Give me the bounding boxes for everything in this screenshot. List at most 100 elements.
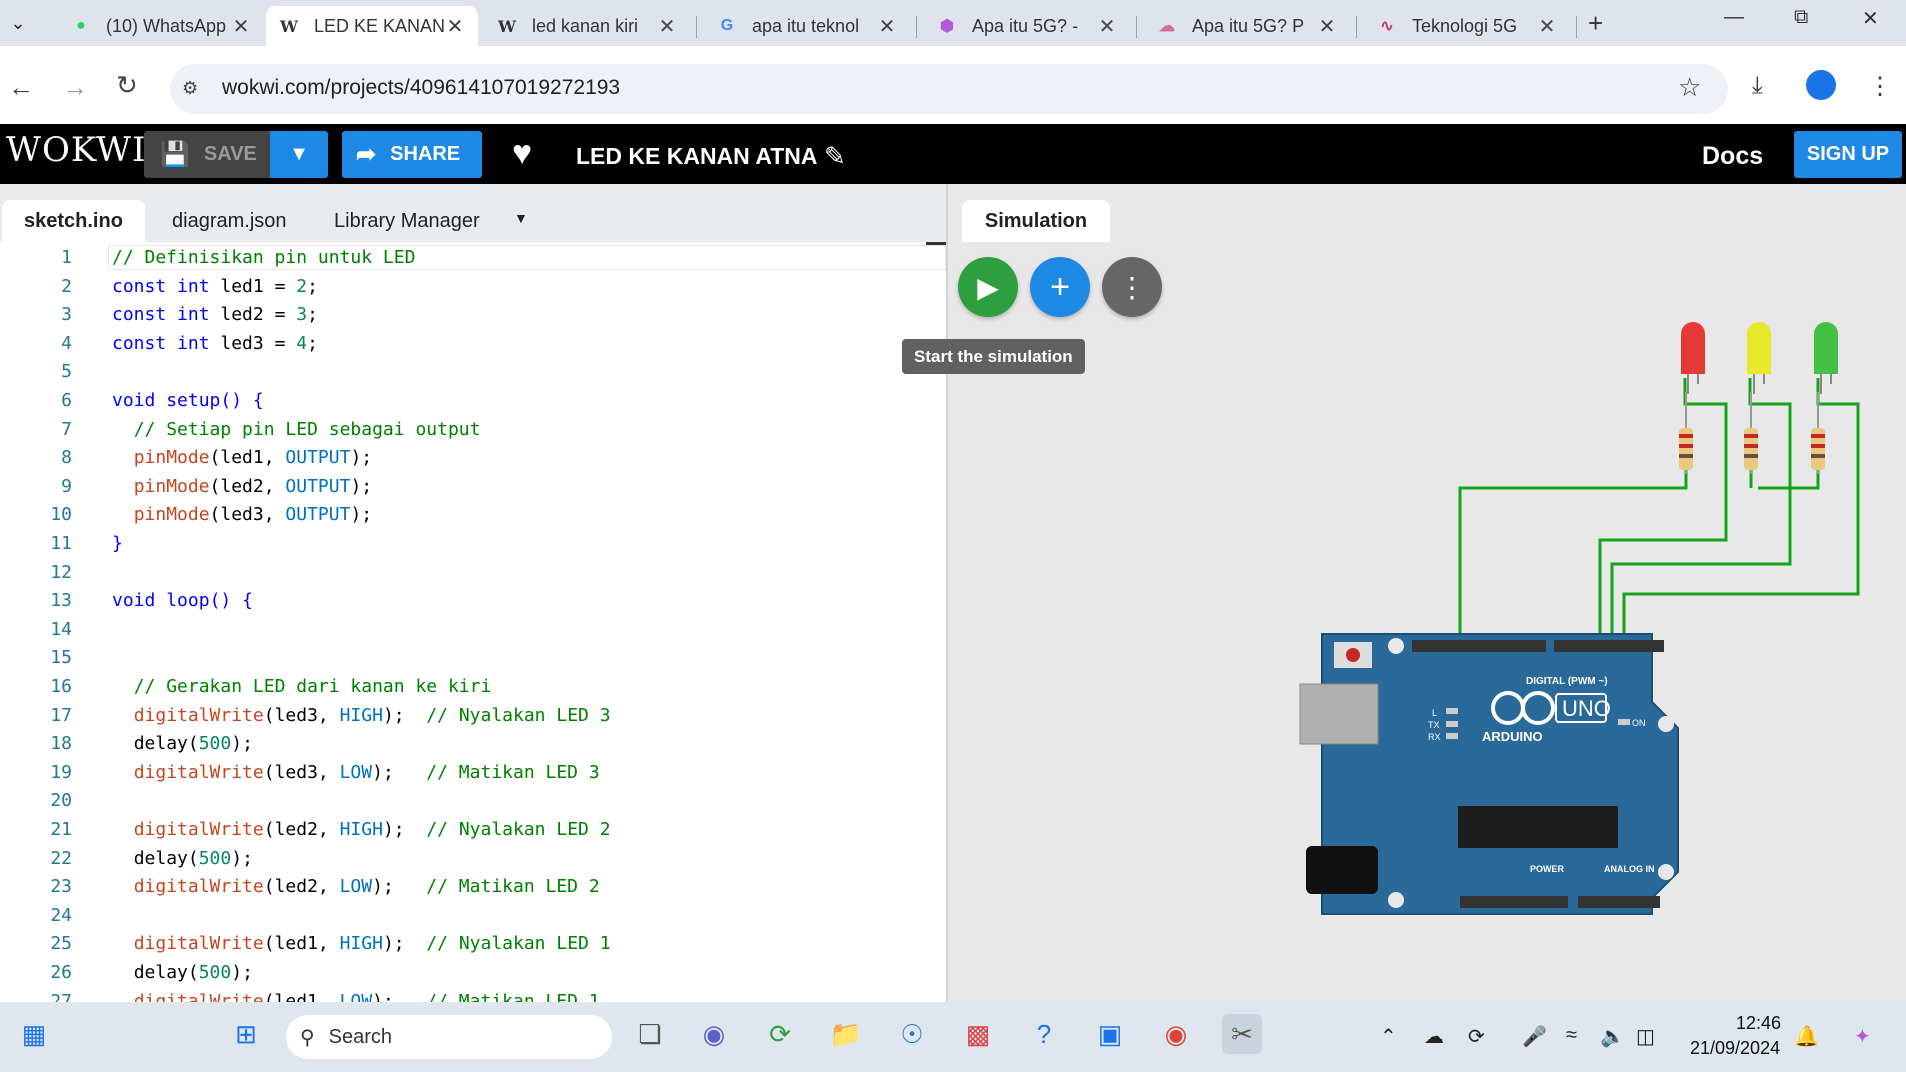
taskbar-search-box[interactable]: ⚲ Search bbox=[286, 1015, 612, 1059]
tab-library-manager[interactable]: Library Manager bbox=[312, 200, 502, 242]
snipping-tool-icon[interactable]: ✂ bbox=[1222, 1014, 1262, 1054]
code-line[interactable]: 12 bbox=[0, 559, 946, 587]
code-line[interactable]: 19 digitalWrite(led3, LOW); // Matikan L… bbox=[0, 759, 946, 787]
code-line[interactable]: 18 delay(500); bbox=[0, 730, 946, 758]
code-line[interactable]: 4 const int led3 = 4; bbox=[0, 330, 946, 358]
code-line[interactable]: 6 void setup() { bbox=[0, 387, 946, 415]
minimize-icon[interactable]: — bbox=[1724, 6, 1744, 29]
code-line[interactable]: 25 digitalWrite(led1, HIGH); // Nyalakan… bbox=[0, 930, 946, 958]
browser-tab-apa-itu-5g[interactable]: ⬢ Apa itu 5G? - ✕ bbox=[924, 6, 1130, 46]
chrome-icon[interactable]: ◉ bbox=[1156, 1014, 1196, 1054]
code-line[interactable]: 8 pinMode(led1, OUTPUT); bbox=[0, 444, 946, 472]
code-line[interactable]: 3 const int led2 = 3; bbox=[0, 301, 946, 329]
reset-button[interactable] bbox=[1346, 648, 1360, 662]
close-icon[interactable]: ✕ bbox=[1316, 14, 1338, 39]
help-icon[interactable]: ? bbox=[1024, 1014, 1064, 1054]
save-dropdown-button[interactable]: ▼ bbox=[270, 131, 328, 178]
url-text[interactable]: wokwi.com/projects/409614107019272193 bbox=[222, 76, 620, 100]
wire-led2[interactable] bbox=[1610, 378, 1792, 644]
code-line[interactable]: 5 bbox=[0, 358, 946, 386]
sign-up-button[interactable]: SIGN UP bbox=[1794, 131, 1902, 178]
profile-avatar[interactable] bbox=[1806, 70, 1836, 100]
tab-search-chevron-icon[interactable]: ⌄ bbox=[4, 7, 32, 39]
code-line[interactable]: 27 digitalWrite(led1, LOW); // Matikan L… bbox=[0, 988, 946, 1002]
code-line[interactable]: 1 // Definisikan pin untuk LED bbox=[0, 244, 946, 272]
site-settings-icon[interactable]: ⚙ bbox=[182, 78, 198, 99]
code-line[interactable]: 16 // Gerakan LED dari kanan ke kiri bbox=[0, 673, 946, 701]
wifi-icon[interactable]: ≈ bbox=[1566, 1024, 1577, 1047]
code-line[interactable]: 21 digitalWrite(led2, HIGH); // Nyalakan… bbox=[0, 816, 946, 844]
battery-icon[interactable]: ◫ bbox=[1636, 1024, 1655, 1049]
reload-icon[interactable]: ↻ bbox=[116, 70, 138, 101]
new-tab-button[interactable]: + bbox=[1588, 8, 1603, 39]
code-line[interactable]: 11} bbox=[0, 530, 946, 558]
start-menu-icon[interactable]: ⊞ bbox=[226, 1014, 266, 1054]
tab-diagram-json[interactable]: diagram.json bbox=[150, 200, 309, 242]
code-editor[interactable]: 1// Definisikan pin untuk LED 2 const int … bbox=[0, 242, 946, 1002]
browser-tab-teknologi-5g[interactable]: ∿ Teknologi 5G ✕ bbox=[1364, 6, 1570, 46]
refresh-app-icon[interactable]: ⟳ bbox=[760, 1014, 800, 1054]
code-line[interactable]: 14 bbox=[0, 616, 946, 644]
close-window-icon[interactable]: ✕ bbox=[1862, 6, 1879, 31]
myhp-icon[interactable]: ▣ bbox=[1090, 1014, 1130, 1054]
show-hidden-icons-chevron-icon[interactable]: ⌃ bbox=[1380, 1024, 1397, 1049]
code-line[interactable]: 24 bbox=[0, 902, 946, 930]
code-line[interactable]: 17 digitalWrite(led3, HIGH); // Nyalakan… bbox=[0, 702, 946, 730]
code-line[interactable]: 13 void loop() { bbox=[0, 587, 946, 615]
taskbar-clock-time[interactable]: 12:46 bbox=[1736, 1013, 1781, 1034]
code-line[interactable]: 20 bbox=[0, 787, 946, 815]
browser-menu-icon[interactable]: ⋮ bbox=[1868, 72, 1892, 101]
volume-icon[interactable]: 🔈 bbox=[1600, 1024, 1625, 1049]
file-explorer-icon[interactable]: 📁 bbox=[826, 1014, 866, 1054]
code-line[interactable]: 23 digitalWrite(led2, LOW); // Matikan L… bbox=[0, 873, 946, 901]
heart-icon[interactable]: ♥ bbox=[512, 134, 532, 173]
wire-led1[interactable] bbox=[1598, 378, 1728, 644]
save-button[interactable]: 💾 SAVE bbox=[144, 131, 270, 178]
pencil-icon[interactable]: ✎ bbox=[824, 141, 846, 172]
browser-tab-google[interactable]: G apa itu teknol ✕ bbox=[704, 6, 910, 46]
code-line[interactable]: 10 pinMode(led3, OUTPUT); bbox=[0, 501, 946, 529]
project-title[interactable]: LED KE KANAN ATNA bbox=[576, 143, 818, 170]
editor-scroll-indicator[interactable] bbox=[926, 242, 946, 245]
wokwi-logo[interactable]: WOKWI bbox=[6, 130, 146, 170]
browser-tab-led-kanan-kiri[interactable]: W led kanan kiri ✕ bbox=[484, 6, 690, 46]
bookmark-star-icon[interactable]: ☆ bbox=[1678, 72, 1701, 103]
meet-icon[interactable]: ◉ bbox=[694, 1014, 734, 1054]
restore-icon[interactable]: ⧉ bbox=[1794, 6, 1808, 29]
microphone-icon[interactable]: 🎤 bbox=[1522, 1024, 1547, 1049]
browser-tab-apa-itu-5g-2[interactable]: ☁ Apa itu 5G? P ✕ bbox=[1144, 6, 1350, 46]
tab-sketch-ino[interactable]: sketch.ino bbox=[2, 200, 145, 242]
wire-gnd-3[interactable] bbox=[1758, 466, 1820, 490]
close-icon[interactable]: ✕ bbox=[1536, 14, 1558, 39]
widgets-icon[interactable]: ▦ bbox=[14, 1014, 54, 1054]
wire-led3[interactable] bbox=[1622, 378, 1860, 644]
code-line[interactable]: 2 const int led1 = 2; bbox=[0, 273, 946, 301]
close-icon[interactable]: ✕ bbox=[876, 14, 898, 39]
editor-tabs-dropdown-icon[interactable]: ▼ bbox=[514, 210, 528, 226]
sync-icon[interactable]: ⟳ bbox=[1468, 1024, 1485, 1049]
docs-link[interactable]: Docs bbox=[1702, 142, 1763, 171]
task-view-icon[interactable]: ❏ bbox=[630, 1014, 670, 1054]
browser-tab-led-ke-kanan[interactable]: W LED KE KANAN ✕ bbox=[266, 6, 478, 46]
close-icon[interactable]: ✕ bbox=[1096, 14, 1118, 39]
code-line[interactable]: 26 delay(500); bbox=[0, 959, 946, 987]
code-line[interactable]: 15 bbox=[0, 644, 946, 672]
microsoft-store-icon[interactable]: ▩ bbox=[958, 1014, 998, 1054]
close-icon[interactable]: ✕ bbox=[656, 14, 678, 39]
close-icon[interactable]: ✕ bbox=[444, 14, 466, 39]
back-icon[interactable]: ← bbox=[8, 72, 34, 103]
share-button[interactable]: ➦ SHARE bbox=[342, 131, 482, 178]
forward-icon[interactable]: → bbox=[62, 72, 88, 103]
code-line[interactable]: 22 delay(500); bbox=[0, 845, 946, 873]
notification-bell-icon[interactable]: 🔔 bbox=[1794, 1024, 1819, 1049]
edge-browser-icon[interactable]: ☉ bbox=[892, 1014, 932, 1054]
close-icon[interactable]: ✕ bbox=[230, 14, 252, 39]
wire-gnd[interactable] bbox=[1458, 466, 1688, 644]
onedrive-cloud-icon[interactable]: ☁ bbox=[1424, 1024, 1444, 1049]
copilot-icon[interactable]: ✦ bbox=[1854, 1024, 1871, 1049]
browser-tab-whatsapp[interactable]: ● (10) WhatsApp ✕ bbox=[58, 6, 264, 46]
code-line[interactable]: 7 // Setiap pin LED sebagai output bbox=[0, 416, 946, 444]
taskbar-clock-date[interactable]: 21/09/2024 bbox=[1690, 1038, 1780, 1059]
code-line[interactable]: 9 pinMode(led2, OUTPUT); bbox=[0, 473, 946, 501]
download-icon[interactable]: ⤓ bbox=[1752, 72, 1763, 100]
